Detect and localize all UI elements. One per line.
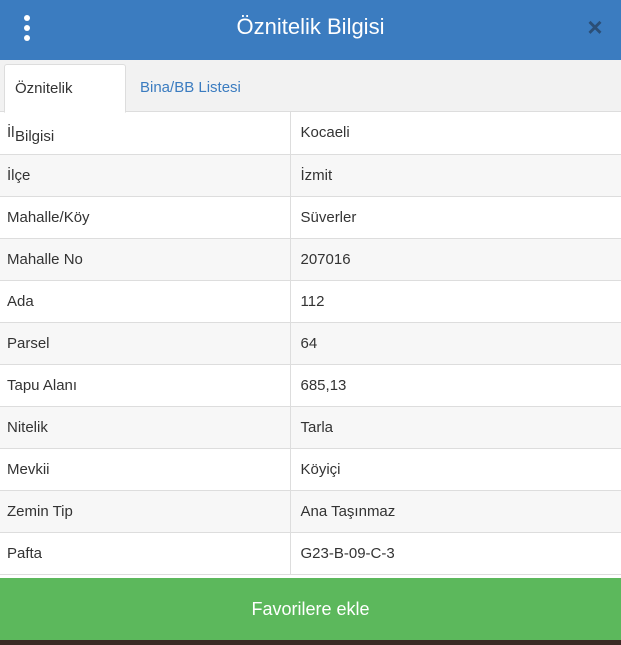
tab-bar: Öznitelik Bilgisi Bina/BB Listesi [0, 60, 621, 145]
row-key: İl [0, 112, 291, 155]
row-value: Süverler [290, 196, 621, 239]
table-row: Pafta G23-B-09-C-3 [0, 532, 621, 575]
row-value: İzmit [290, 154, 621, 197]
background-strip [0, 640, 621, 645]
row-key: Zemin Tip [0, 490, 291, 533]
table-row: Ada 112 [0, 280, 621, 323]
table-row: Mahalle No 207016 [0, 238, 621, 281]
row-value: Tarla [290, 406, 621, 449]
row-value: 685,13 [290, 364, 621, 407]
row-value: Ana Taşınmaz [290, 490, 621, 533]
table-row: Mahalle/Köy Süverler [0, 196, 621, 239]
row-key: Nitelik [0, 406, 291, 449]
tab-bina-bb-listesi[interactable]: Bina/BB Listesi [130, 64, 251, 112]
row-key: Mevkii [0, 448, 291, 491]
dialog-header: Öznitelik Bilgisi × [0, 0, 621, 60]
table-row: Nitelik Tarla [0, 406, 621, 449]
row-key: Pafta [0, 532, 291, 575]
close-icon[interactable]: × [585, 14, 605, 40]
row-key: Mahalle/Köy [0, 196, 291, 239]
add-to-favorites-button[interactable]: Favorilere ekle [0, 578, 621, 640]
row-value: G23-B-09-C-3 [290, 532, 621, 575]
tab-oznitelik-bilgisi[interactable]: Öznitelik Bilgisi [4, 64, 126, 145]
table-row: Zemin Tip Ana Taşınmaz [0, 490, 621, 533]
attribute-table: İl Kocaeli İlçe İzmit Mahalle/Köy Süverler … [0, 112, 621, 575]
row-key: Tapu Alanı [0, 364, 291, 407]
row-value: 64 [290, 322, 621, 365]
row-key: Mahalle No [0, 238, 291, 281]
table-row: İlçe İzmit [0, 154, 621, 197]
dialog-title: Öznitelik Bilgisi [236, 14, 385, 39]
row-key: İlçe [0, 154, 291, 197]
row-value: 207016 [290, 238, 621, 281]
row-value: Köyiçi [290, 448, 621, 491]
row-value: 112 [290, 280, 621, 323]
table-row: Tapu Alanı 685,13 [0, 364, 621, 407]
table-row: Parsel 64 [0, 322, 621, 365]
table-row: Mevkii Köyiçi [0, 448, 621, 491]
row-key: Ada [0, 280, 291, 323]
table-row: İl Kocaeli [0, 112, 621, 155]
row-value: Kocaeli [290, 112, 621, 155]
row-key: Parsel [0, 322, 291, 365]
